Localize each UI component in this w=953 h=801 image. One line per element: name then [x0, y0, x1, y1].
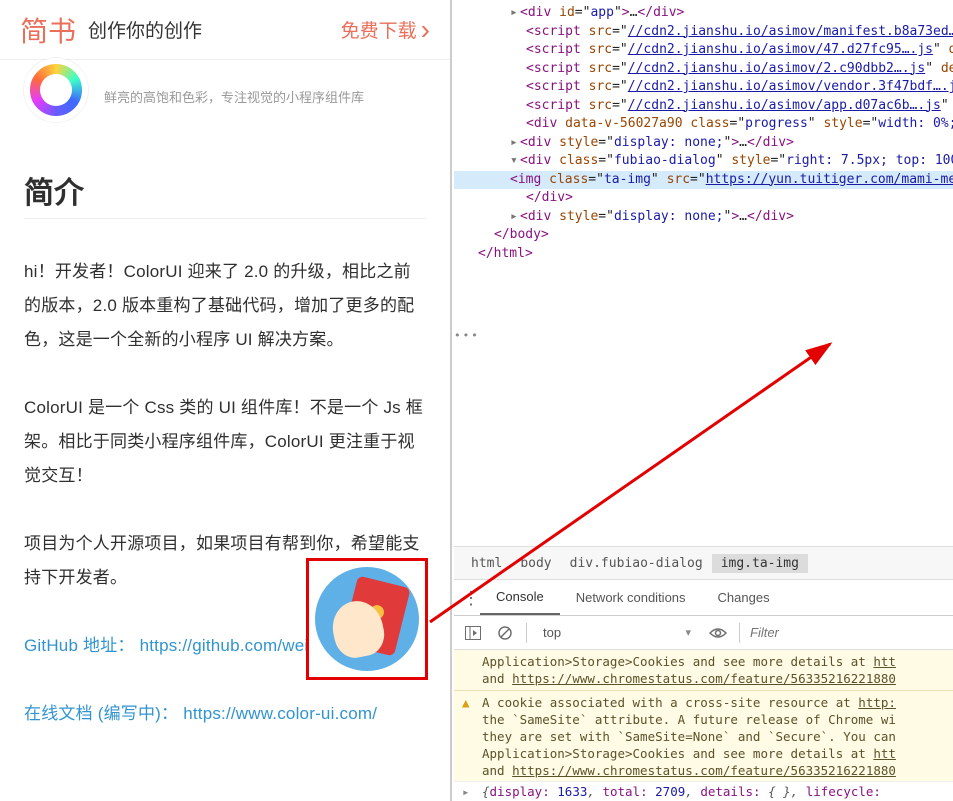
intro-paragraph-2: ColorUI 是一个 Css 类的 UI 组件库！不是一个 Js 框架。相比于…: [24, 391, 426, 493]
elements-breadcrumb: html body div.fubiao-dialog img.ta-img: [454, 546, 953, 580]
console-object-line[interactable]: ▸ {display: 1633, total: 2709, details: …: [454, 781, 953, 801]
breadcrumb-item[interactable]: div.fubiao-dialog: [561, 554, 712, 573]
promo-circle: [315, 567, 419, 671]
download-label: 免费下载: [341, 16, 417, 43]
breadcrumb-item[interactable]: html: [462, 554, 511, 573]
site-slogan: 创作你的创作: [88, 16, 202, 43]
console-warning[interactable]: ▲ A cookie associated with a cross-site …: [454, 691, 953, 783]
dom-node[interactable]: ▸<div style="display: none;">…</div>: [478, 208, 953, 227]
tab-network-conditions[interactable]: Network conditions: [560, 580, 702, 615]
dom-node[interactable]: <script src="//cdn2.jianshu.io/asimov/ap…: [478, 97, 953, 116]
chevron-right-icon: ›: [421, 14, 430, 46]
console-toolbar: top ▾: [454, 616, 953, 650]
docs-line: 在线文档 (编写中)： https://www.color-ui.com/: [24, 697, 426, 731]
elements-panel[interactable]: ••• ▸<div id="app">…</div> <script src="…: [454, 0, 953, 546]
drawer-tabs: ⋮ Console Network conditions Changes: [454, 580, 953, 616]
console-warning[interactable]: Application>Storage>Cookies and see more…: [454, 650, 953, 691]
warning-icon: ▲: [462, 694, 470, 711]
project-subtitle: 鲜亮的高饱和色彩，专注视觉的小程序组件库: [104, 87, 364, 106]
dom-node[interactable]: <script src="//cdn2.jianshu.io/asimov/ma…: [478, 23, 953, 42]
clear-console-icon[interactable]: [494, 622, 516, 644]
context-select[interactable]: top ▾: [537, 625, 697, 640]
github-label: GitHub 地址：: [24, 636, 135, 655]
dom-node[interactable]: <div data-v-56027a90 class="progress" st…: [478, 115, 953, 134]
project-header: 鲜亮的高饱和色彩，专注视觉的小程序组件库: [24, 64, 426, 128]
download-link[interactable]: 免费下载 ›: [341, 14, 430, 46]
expand-triangle-icon[interactable]: ▸: [462, 784, 470, 799]
toolbar-separator: [526, 623, 527, 643]
site-logo[interactable]: 简书: [20, 10, 76, 50]
intro-heading: 简介: [24, 168, 426, 212]
kebab-menu-icon[interactable]: ⋮: [462, 591, 480, 605]
dom-node[interactable]: ▸<div id="app">…</div>: [478, 4, 953, 23]
site-header: 简书 创作你的创作 免费下载 ›: [0, 0, 450, 60]
docs-label: 在线文档 (编写中)：: [24, 704, 178, 723]
selected-line-gutter-icon: •••: [454, 329, 480, 342]
settings-eye-icon[interactable]: [707, 622, 729, 644]
dom-node[interactable]: </body>: [478, 226, 953, 245]
tab-console[interactable]: Console: [480, 580, 560, 615]
dom-node[interactable]: </html>: [478, 245, 953, 264]
dom-node[interactable]: <script src="//cdn2.jianshu.io/asimov/ve…: [478, 78, 953, 97]
dom-node[interactable]: <script src="//cdn2.jianshu.io/asimov/2.…: [478, 60, 953, 79]
context-select-value: top: [543, 625, 561, 640]
divider: [24, 218, 426, 219]
dom-node[interactable]: ▾<div class="fubiao-dialog" style="right…: [478, 152, 953, 171]
dom-node[interactable]: ▸<div style="display: none;">…</div>: [478, 134, 953, 153]
filter-input[interactable]: [750, 625, 945, 640]
dom-node[interactable]: </div>: [478, 189, 953, 208]
tab-changes[interactable]: Changes: [702, 580, 786, 615]
console-messages[interactable]: Application>Storage>Cookies and see more…: [454, 650, 953, 801]
dom-node[interactable]: <script src="//cdn2.jianshu.io/asimov/47…: [478, 41, 953, 60]
toolbar-separator: [739, 623, 740, 643]
article-pane: 简书 创作你的创作 免费下载 › 鲜亮的高饱和色彩，专注视觉的小程序组件库 简介…: [0, 0, 452, 801]
floating-promo-image[interactable]: [306, 558, 428, 680]
project-avatar: [24, 58, 88, 122]
docs-url-link[interactable]: https://www.color-ui.com/: [183, 704, 377, 723]
devtools-pane: ••• ▸<div id="app">…</div> <script src="…: [454, 0, 953, 801]
intro-paragraph-1: hi！开发者！ColorUI 迎来了 2.0 的升级，相比之前的版本，2.0 版…: [24, 255, 426, 357]
breadcrumb-item-active[interactable]: img.ta-img: [712, 554, 808, 573]
dom-node-selected[interactable]: <img class="ta-img" src="https://yun.tui…: [454, 171, 953, 190]
toggle-sidebar-icon[interactable]: [462, 622, 484, 644]
breadcrumb-item[interactable]: body: [511, 554, 560, 573]
caret-updown-icon: ▾: [685, 626, 691, 639]
